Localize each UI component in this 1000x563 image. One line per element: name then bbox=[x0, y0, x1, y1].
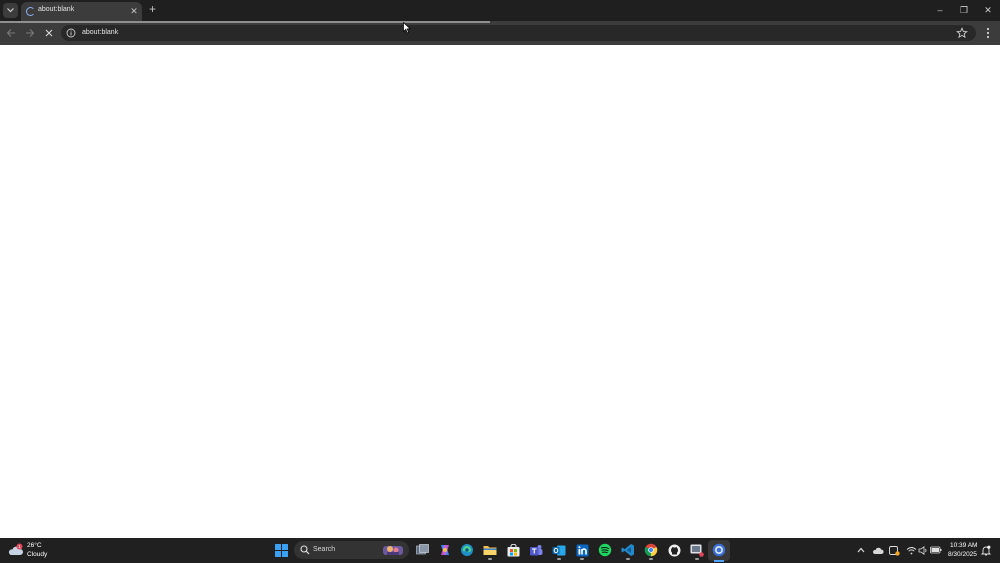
tab-strip: about:blank ✕ + – ❐ ✕ bbox=[0, 0, 1000, 21]
battery-button[interactable] bbox=[930, 544, 942, 556]
minimize-button[interactable]: – bbox=[932, 3, 948, 17]
windows-icon bbox=[274, 543, 288, 557]
bell-icon bbox=[981, 545, 991, 555]
arrow-right-icon bbox=[26, 29, 35, 37]
running-indicator bbox=[580, 558, 584, 560]
search-placeholder: Search bbox=[313, 546, 336, 553]
vscode-button[interactable] bbox=[620, 542, 636, 560]
snipping-tool-button[interactable] bbox=[689, 542, 705, 560]
running-indicator bbox=[626, 558, 630, 560]
microsoft-store-button[interactable] bbox=[505, 542, 521, 558]
arrow-left-icon bbox=[6, 29, 15, 37]
store-bag-icon bbox=[507, 543, 519, 556]
github-desktop-button[interactable] bbox=[666, 542, 682, 558]
address-text[interactable]: about:blank bbox=[82, 29, 118, 36]
star-icon[interactable] bbox=[956, 27, 968, 39]
progress-fill bbox=[0, 21, 490, 23]
speaker-icon bbox=[918, 545, 926, 555]
teams-button[interactable] bbox=[528, 542, 544, 558]
weather-condition[interactable]: Cloudy bbox=[27, 551, 47, 558]
file-explorer-button[interactable] bbox=[482, 542, 498, 560]
back-button[interactable] bbox=[4, 26, 18, 40]
wifi-button[interactable] bbox=[905, 544, 917, 556]
address-bar[interactable]: about:blank bbox=[61, 25, 976, 41]
edge-icon bbox=[461, 544, 473, 556]
restore-button[interactable]: ❐ bbox=[956, 3, 972, 17]
task-view-button[interactable] bbox=[414, 542, 430, 558]
notifications-button[interactable] bbox=[980, 544, 992, 556]
cloud-icon bbox=[872, 547, 884, 554]
active-app-indicator bbox=[714, 560, 724, 562]
outlook-icon bbox=[552, 545, 566, 555]
taskbar-search[interactable]: Search bbox=[294, 541, 409, 559]
running-indicator bbox=[695, 558, 699, 560]
stop-loading-button[interactable] bbox=[42, 26, 56, 40]
loading-spinner-icon bbox=[26, 7, 35, 16]
running-indicator bbox=[649, 558, 653, 560]
chrome-profile-icon bbox=[712, 543, 726, 557]
folder-icon bbox=[483, 546, 497, 555]
volume-button[interactable] bbox=[917, 544, 929, 556]
copilot-icon bbox=[441, 545, 449, 555]
forward-button[interactable] bbox=[23, 26, 37, 40]
onedrive-button[interactable] bbox=[872, 544, 884, 556]
chevron-down-icon bbox=[7, 8, 14, 13]
edge-button[interactable] bbox=[459, 542, 475, 558]
start-button[interactable] bbox=[273, 542, 289, 558]
chrome-active-window-button[interactable] bbox=[711, 542, 727, 558]
mouse-cursor-icon bbox=[403, 22, 411, 34]
spotify-icon bbox=[598, 543, 612, 557]
search-highlight-art-icon bbox=[383, 546, 403, 555]
cloudy-weather-icon[interactable]: 1 bbox=[8, 543, 24, 557]
clock-date[interactable]: 8/30/2025 bbox=[948, 551, 977, 558]
chrome-button[interactable] bbox=[643, 542, 659, 560]
close-window-button[interactable]: ✕ bbox=[980, 3, 996, 17]
new-tab-button[interactable]: + bbox=[146, 3, 159, 16]
linkedin-icon bbox=[576, 544, 588, 556]
browser-toolbar: about:blank bbox=[0, 21, 1000, 45]
screen-snip-icon bbox=[690, 544, 704, 557]
tab-title: about:blank bbox=[38, 6, 75, 13]
chrome-icon bbox=[644, 543, 658, 557]
info-icon[interactable] bbox=[66, 28, 76, 38]
tab-close-button[interactable]: ✕ bbox=[129, 6, 139, 16]
vscode-icon bbox=[621, 544, 634, 556]
weather-temperature[interactable]: 26°C bbox=[27, 542, 42, 549]
linkedin-button[interactable] bbox=[574, 542, 590, 560]
sync-badge-icon bbox=[888, 545, 900, 556]
copilot-button[interactable] bbox=[437, 542, 453, 558]
wifi-icon bbox=[906, 546, 916, 554]
task-view-icon bbox=[415, 544, 429, 555]
show-hidden-icons-button[interactable] bbox=[855, 544, 867, 556]
battery-charging-icon bbox=[930, 546, 942, 554]
clock-time[interactable]: 10:39 AM bbox=[950, 542, 977, 549]
tab-search-button[interactable] bbox=[3, 3, 18, 18]
tab-active[interactable]: about:blank ✕ bbox=[21, 2, 142, 21]
github-icon bbox=[668, 544, 680, 556]
close-icon bbox=[45, 29, 53, 37]
screen: about:blank ✕ + – ❐ ✕ about:blank 1 26°C… bbox=[0, 0, 1000, 563]
outlook-button[interactable] bbox=[551, 542, 567, 560]
running-indicator bbox=[557, 558, 561, 560]
chevron-up-icon bbox=[857, 547, 865, 553]
update-status-button[interactable] bbox=[888, 544, 900, 556]
search-icon bbox=[300, 545, 310, 555]
page-content[interactable] bbox=[0, 45, 1000, 538]
spotify-button[interactable] bbox=[597, 542, 613, 558]
running-indicator bbox=[488, 558, 492, 560]
kebab-menu-icon[interactable] bbox=[982, 26, 994, 40]
teams-icon bbox=[530, 544, 543, 555]
page-load-progress bbox=[0, 21, 1000, 23]
taskbar: 1 26°C Cloudy Search 10:39 AM 8/30/2025 bbox=[0, 538, 1000, 563]
